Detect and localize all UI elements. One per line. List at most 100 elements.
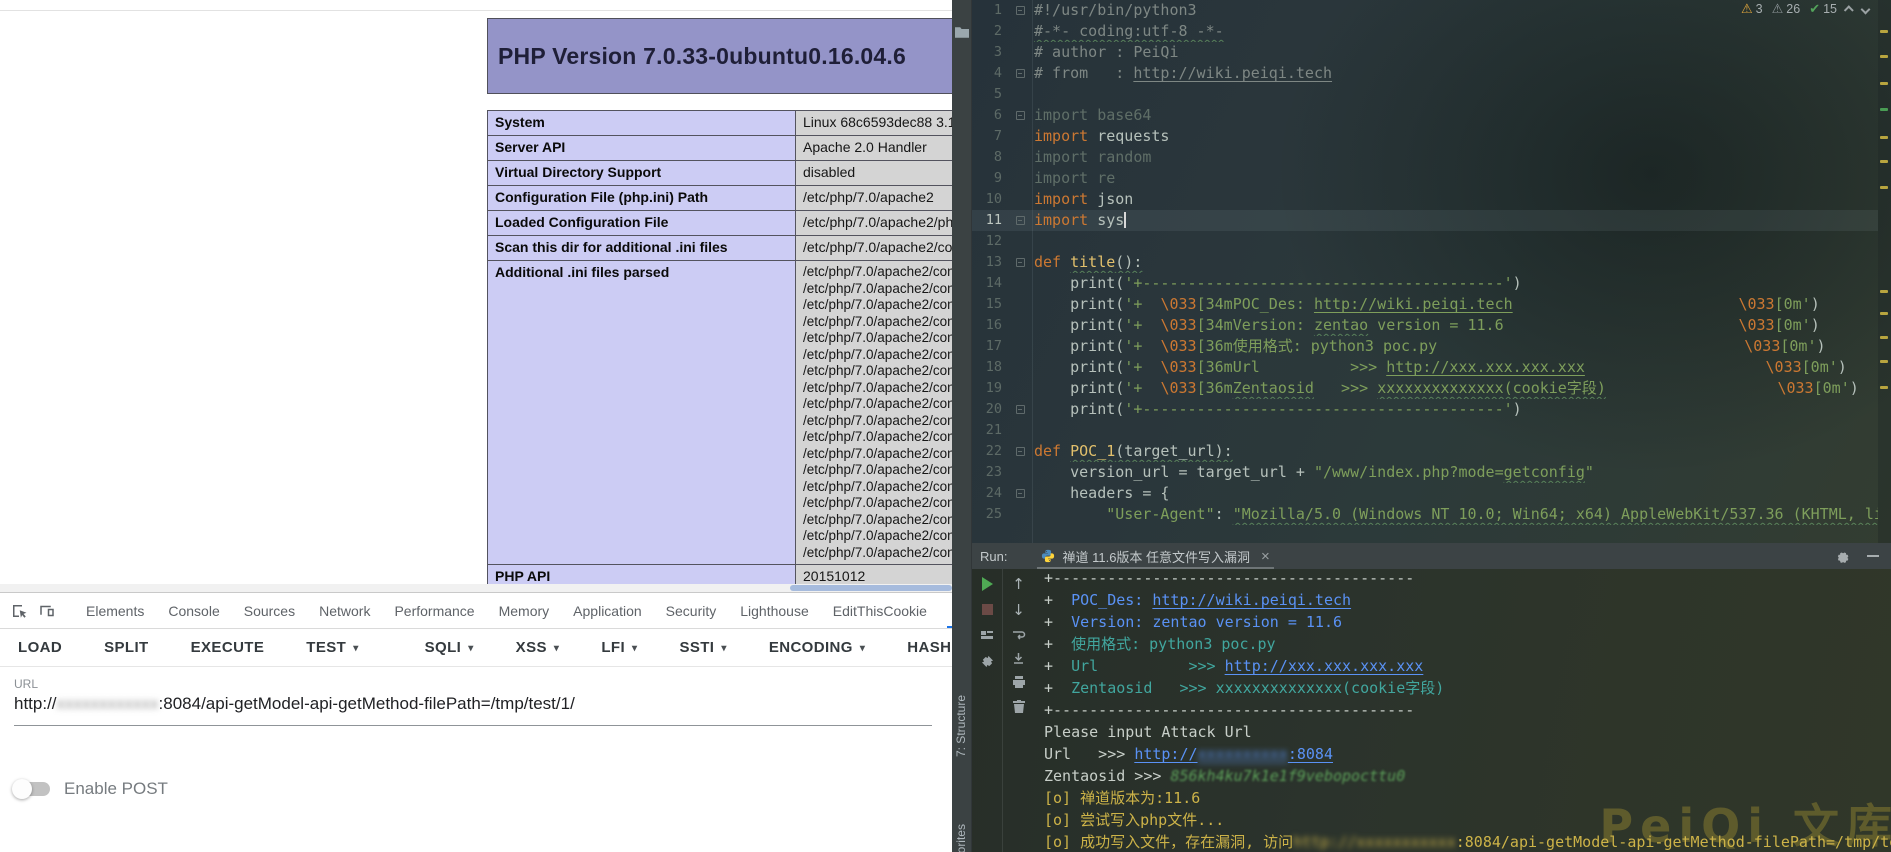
ide-tool-window-bar: 7: Structure avorites [952, 0, 972, 852]
code-token: import re [1034, 169, 1115, 187]
tab-performance[interactable]: Performance [394, 593, 474, 628]
tab-network[interactable]: Network [319, 593, 370, 628]
chevron-down-icon: ▾ [554, 643, 559, 654]
next-issue-chevron-icon[interactable] [1861, 4, 1871, 14]
console-link[interactable]: http:// [1134, 745, 1197, 763]
code-token: [0m [1775, 316, 1802, 334]
url-input[interactable]: http://xxxxxxxxxxxx:8084/api-getModel-ap… [14, 694, 575, 714]
fold-marker-icon[interactable] [1016, 447, 1025, 456]
console-token: :8084/api-getModel-api-getMethod-filePat… [1456, 833, 1891, 851]
project-folder-icon[interactable] [955, 26, 969, 38]
hashing-button[interactable]: HASHING▾ [907, 639, 952, 656]
browser-window: PHP Version 7.0.33-0ubuntu0.16.04.6 Syst… [0, 0, 952, 852]
page-horizontal-scrollbar[interactable] [0, 584, 952, 592]
gear-icon[interactable] [1836, 550, 1849, 563]
rerun-icon[interactable] [982, 577, 993, 591]
code-token: [36m [1197, 358, 1233, 376]
tab-sources[interactable]: Sources [244, 593, 295, 628]
split-button[interactable]: SPLIT [104, 639, 149, 656]
device-toolbar-icon[interactable] [38, 601, 56, 621]
console-link[interactable]: http://xxx.xxx.xxx.xxx [1225, 657, 1424, 675]
error-stripe[interactable] [1878, 0, 1891, 543]
tab-lighthouse[interactable]: Lighthouse [740, 593, 809, 628]
execute-button[interactable]: EXECUTE [191, 639, 265, 656]
line-number: 24 [972, 483, 1012, 504]
code-token: '+ [1124, 358, 1160, 376]
button-label: SSTI [679, 639, 714, 656]
console-link[interactable]: :8084 [1288, 745, 1333, 763]
ok-indicator[interactable]: ✔15 [1809, 1, 1837, 17]
weak-warnings-indicator[interactable]: ⚠26 [1772, 1, 1801, 17]
code-line: 17 print('+ \033[36m使用格式: python3 poc.py… [972, 336, 1878, 357]
tool-button-favorites[interactable]: avorites [954, 824, 968, 852]
code-token: ) [1513, 274, 1522, 292]
fold-marker-icon[interactable] [1016, 258, 1025, 267]
run-console[interactable]: +---------------------------------------… [1044, 567, 1891, 852]
down-stack-trace-icon[interactable]: ↓ [1012, 603, 1025, 618]
test-button[interactable]: TEST▾ [306, 639, 358, 656]
inspections-widget[interactable]: ⚠3 ⚠26 ✔15 [1741, 1, 1869, 17]
tab-elements[interactable]: Elements [86, 593, 144, 628]
print-icon[interactable] [1012, 676, 1026, 689]
code-token: ) [1811, 316, 1820, 334]
console-token: +---------------------------------------… [1044, 701, 1414, 719]
code-token: print( [1034, 379, 1124, 397]
code-line: 3# author : PeiQi [972, 42, 1878, 63]
code-token: 使用格式: python3 poc.py [1233, 337, 1438, 355]
prev-issue-chevron-icon[interactable] [1844, 5, 1854, 15]
minimize-icon[interactable] [1867, 555, 1879, 557]
encoding-button[interactable]: ENCODING▾ [769, 639, 865, 656]
tab-editthiscookie[interactable]: EditThisCookie [833, 593, 927, 628]
code-token: #!/usr/bin/python3 [1034, 1, 1197, 19]
scrollbar-thumb[interactable] [790, 585, 952, 591]
code-token: : [1215, 505, 1233, 523]
up-stack-trace-icon[interactable]: ↑ [1012, 577, 1025, 592]
code-token: import random [1034, 148, 1151, 166]
code-token: \033 [1160, 295, 1196, 313]
fold-marker-icon[interactable] [1016, 216, 1025, 225]
pin-icon[interactable] [981, 655, 994, 668]
console-link[interactable]: xxxxxxxxxx [1198, 745, 1288, 763]
load-button[interactable]: LOAD [18, 639, 62, 656]
tab-security[interactable]: Security [666, 593, 717, 628]
restore-layout-icon[interactable] [980, 628, 994, 642]
sqli-button[interactable]: SQLI▾ [425, 639, 474, 656]
run-tab[interactable]: 禅道 11.6版本 任意文件写入漏洞 × [1033, 543, 1277, 569]
close-tab-icon[interactable]: × [1261, 548, 1270, 565]
soft-wrap-icon[interactable] [1012, 629, 1026, 641]
fold-marker-icon[interactable] [1016, 111, 1025, 120]
scroll-to-end-icon[interactable] [1012, 652, 1025, 665]
line-number: 4 [972, 63, 1012, 84]
fold-marker-icon[interactable] [1016, 6, 1025, 15]
code-token: \033 [1160, 358, 1196, 376]
ssti-button[interactable]: SSTI ▾ [679, 639, 726, 656]
code-line: 19 print('+ \033[36mZentaosid >>> xxxxxx… [972, 378, 1878, 399]
code-editor[interactable]: 1#!/usr/bin/python32#-*- coding:utf-8 -*… [972, 0, 1891, 543]
tab-application[interactable]: Application [573, 593, 642, 628]
fold-marker-icon[interactable] [1016, 489, 1025, 498]
fold-marker-icon[interactable] [1016, 69, 1025, 78]
toggle-knob[interactable] [12, 779, 32, 799]
text-cursor [1124, 212, 1126, 228]
tab-console[interactable]: Console [168, 593, 219, 628]
gutter-fold-column [1012, 441, 1034, 462]
line-number: 9 [972, 168, 1012, 189]
tab-memory[interactable]: Memory [499, 593, 550, 628]
stop-icon[interactable] [982, 604, 993, 615]
lfi-button[interactable]: LFI▾ [601, 639, 637, 656]
console-link[interactable]: http://wiki.peiqi.tech [1152, 591, 1351, 609]
button-label: TEST [306, 639, 346, 656]
enable-post-toggle[interactable] [14, 782, 50, 796]
chevron-down-icon: ▾ [721, 643, 726, 654]
code-line: 24 headers = { [972, 483, 1878, 504]
clear-all-icon[interactable] [1013, 700, 1025, 713]
xss-button[interactable]: XSS▾ [516, 639, 560, 656]
fold-marker-icon[interactable] [1016, 405, 1025, 414]
code-line: 25 "User-Agent": "Mozilla/5.0 (Windows N… [972, 504, 1878, 525]
chevron-down-icon: ▾ [468, 643, 473, 654]
tool-button-structure[interactable]: 7: Structure [954, 695, 968, 757]
code-token: [34m [1197, 316, 1233, 334]
inspect-icon[interactable] [10, 601, 28, 621]
code-token: ' [1829, 358, 1838, 376]
warnings-indicator[interactable]: ⚠3 [1741, 1, 1763, 17]
